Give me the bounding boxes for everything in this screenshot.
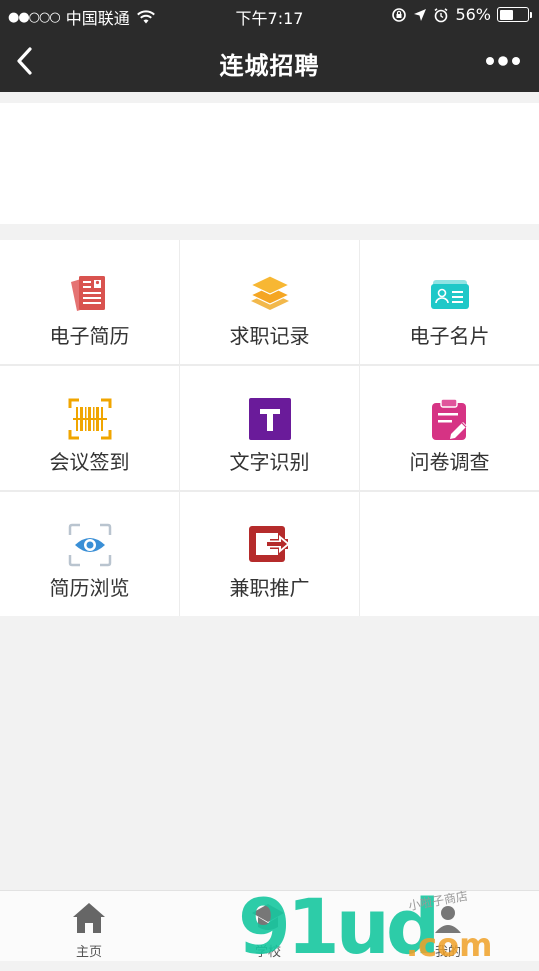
page-title: 连城招聘 xyxy=(219,52,320,80)
status-bar: ●●○○○ 中国联通 下午7:17 56% xyxy=(0,0,539,30)
grid-item-label: 会议签到 xyxy=(49,450,130,474)
battery-icon xyxy=(497,7,532,22)
more-options-icon[interactable] xyxy=(485,52,521,70)
tab-label: 主页 xyxy=(75,945,102,960)
rotation-lock-icon xyxy=(392,7,407,22)
banner-area[interactable] xyxy=(0,103,539,224)
business-card-icon xyxy=(430,280,469,309)
feature-grid: 电子简历 求职记录 电子名片 会议签到 文字识别 问卷调查 简历浏览 兼职推广 xyxy=(0,240,539,616)
grid-item-label: 简历浏览 xyxy=(49,576,130,600)
location-arrow-icon xyxy=(414,8,427,21)
grid-item-text-recognition[interactable]: 文字识别 xyxy=(180,366,359,490)
battery-percent: 56% xyxy=(455,5,491,24)
survey-clipboard-icon xyxy=(431,398,467,440)
grid-item-meeting-checkin[interactable]: 会议签到 xyxy=(0,366,179,490)
grid-item-label: 文字识别 xyxy=(229,450,310,474)
tab-home[interactable]: 主页 xyxy=(29,891,149,961)
eye-scan-icon xyxy=(68,523,111,567)
grid-item-survey[interactable]: 问卷调查 xyxy=(360,366,539,490)
grid-item-resume-browse[interactable]: 简历浏览 xyxy=(0,492,179,616)
home-icon xyxy=(73,903,105,933)
layers-icon xyxy=(249,275,290,310)
grid-item-job-records[interactable]: 求职记录 xyxy=(180,240,359,364)
barcode-scan-icon xyxy=(68,398,111,440)
battery-fill xyxy=(499,9,513,20)
grid-item-label: 兼职推广 xyxy=(229,576,310,600)
text-recognition-icon xyxy=(248,398,291,440)
watermark: 91ud .com 小啦子商店 xyxy=(238,882,538,971)
watermark-suffix: .com xyxy=(406,926,493,964)
grid-item-resume[interactable]: 电子简历 xyxy=(0,240,179,364)
resume-icon xyxy=(70,276,105,311)
grid-item-label: 问卷调查 xyxy=(409,450,490,474)
nav-bar: 连城招聘 xyxy=(0,30,539,92)
grid-item-label: 电子名片 xyxy=(409,324,490,348)
grid-item-empty xyxy=(360,492,539,616)
grid-item-label: 求职记录 xyxy=(229,324,310,348)
grid-item-business-card[interactable]: 电子名片 xyxy=(360,240,539,364)
share-arrow-icon xyxy=(248,526,290,562)
grid-item-part-time-promotion[interactable]: 兼职推广 xyxy=(180,492,359,616)
alarm-clock-icon xyxy=(434,7,448,22)
grid-item-label: 电子简历 xyxy=(49,324,130,348)
status-time: 下午7:17 xyxy=(235,9,304,28)
